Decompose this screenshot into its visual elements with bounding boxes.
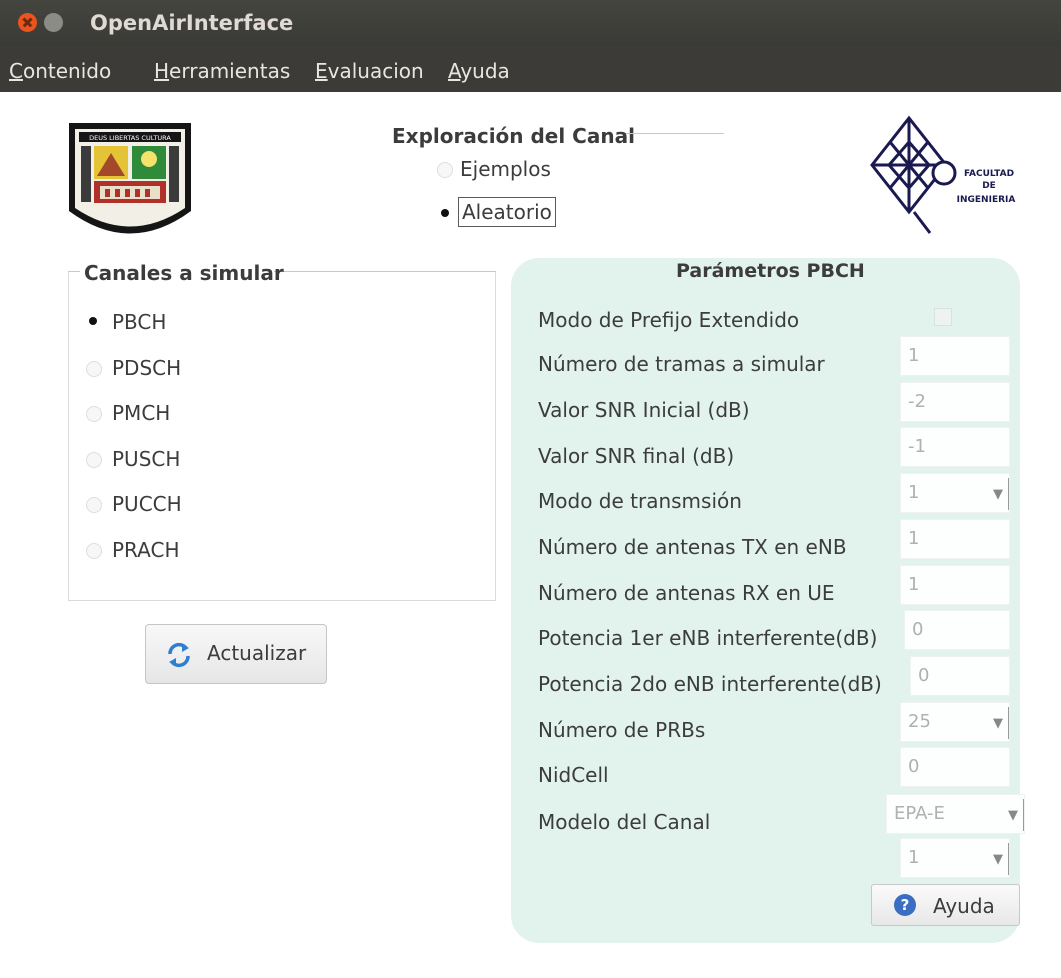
radio-pusch[interactable] — [86, 452, 102, 468]
menu-contenido[interactable]: Contenido — [9, 59, 111, 83]
menu-bar: Contenido Herramientas Evaluacion Ayuda — [0, 46, 1061, 92]
actualizar-label: Actualizar — [207, 641, 307, 665]
param-label-snr-inicial: Valor SNR Inicial (dB) — [538, 398, 750, 422]
parametros-title: Parámetros PBCH — [676, 260, 865, 282]
svg-text:DEUS LIBERTAS CULTURA: DEUS LIBERTAS CULTURA — [89, 134, 171, 142]
window-title: OpenAirInterface — [90, 11, 294, 35]
nidcell-input[interactable]: 0 — [900, 747, 1010, 787]
svg-text:FACULTAD: FACULTAD — [964, 169, 1014, 179]
menu-evaluacion[interactable]: Evaluacion — [315, 59, 424, 83]
group-frame-line — [626, 133, 724, 134]
antenas-tx-input[interactable]: 1 — [900, 519, 1010, 559]
help-icon: ? — [894, 894, 916, 916]
svg-text:INGENIERIA: INGENIERIA — [957, 195, 1016, 205]
param-label-potencia-1er: Potencia 1er eNB interferente(dB) — [538, 626, 878, 650]
chevron-down-icon: ▼ — [1008, 808, 1018, 823]
radio-pucch[interactable] — [86, 497, 102, 513]
radio-pdsch[interactable] — [86, 361, 102, 377]
ayuda-label: Ayuda — [933, 894, 995, 918]
modo-transmision-select[interactable]: 1 ▼ — [900, 473, 1010, 513]
menu-ayuda[interactable]: Ayuda — [448, 59, 510, 83]
param-label-modo-transmision: Modo de transmsión — [538, 489, 742, 513]
param-label-antenas-rx: Número de antenas RX en UE — [538, 581, 835, 605]
radio-aleatorio-label[interactable]: Aleatorio — [458, 197, 556, 227]
radio-aleatorio[interactable] — [441, 209, 449, 217]
param-label-tramas: Número de tramas a simular — [538, 352, 825, 376]
minimize-window-icon[interactable] — [44, 13, 63, 32]
radio-ejemplos[interactable] — [437, 162, 453, 178]
potencia-2do-input[interactable]: 0 — [910, 656, 1010, 696]
canales-title: Canales a simular — [84, 261, 284, 285]
university-seal-logo: DEUS LIBERTAS CULTURA — [67, 121, 193, 244]
refresh-icon — [168, 642, 190, 668]
chevron-down-icon: ▼ — [993, 487, 1003, 502]
close-window-icon[interactable] — [18, 13, 37, 32]
ayuda-button[interactable]: ? Ayuda — [871, 884, 1020, 926]
snr-inicial-input[interactable]: -2 — [900, 382, 1010, 422]
modelo-canal-select[interactable]: EPA-E ▼ — [886, 794, 1025, 834]
param-label-prbs: Número de PRBs — [538, 718, 706, 742]
radio-pusch-label[interactable]: PUSCH — [112, 447, 180, 471]
snr-final-input[interactable]: -1 — [900, 427, 1010, 467]
param-label-snr-final: Valor SNR final (dB) — [538, 444, 735, 468]
param-label-nidcell: NidCell — [538, 763, 609, 787]
exploracion-title: Exploración del Canal — [392, 124, 635, 148]
radio-ejemplos-label[interactable]: Ejemplos — [460, 157, 551, 181]
tramas-input[interactable]: 1 — [900, 336, 1010, 376]
radio-pbch-label[interactable]: PBCH — [112, 310, 166, 334]
menu-herramientas[interactable]: Herramientas — [154, 59, 290, 83]
prefijo-checkbox[interactable] — [934, 308, 952, 326]
facultad-ingenieria-logo: FACULTAD DE INGENIERIA — [864, 115, 1030, 235]
chevron-down-icon: ▼ — [993, 852, 1003, 867]
param-label-modelo-canal: Modelo del Canal — [538, 810, 711, 834]
group-frame-line — [68, 271, 80, 272]
group-frame-line — [274, 271, 496, 272]
radio-prach[interactable] — [86, 543, 102, 559]
title-bar: OpenAirInterface — [0, 0, 1061, 46]
param-label-antenas-tx: Número de antenas TX en eNB — [538, 535, 847, 559]
param-label-potencia-2do: Potencia 2do eNB interferente(dB) — [538, 672, 882, 696]
actualizar-button[interactable]: Actualizar — [145, 624, 327, 684]
svg-text:DE: DE — [982, 181, 996, 191]
prefijo-label: Modo de Prefijo Extendido — [538, 308, 800, 332]
chevron-down-icon: ▼ — [993, 716, 1003, 731]
radio-prach-label[interactable]: PRACH — [112, 538, 179, 562]
radio-pbch[interactable] — [89, 317, 97, 325]
radio-pdsch-label[interactable]: PDSCH — [112, 356, 181, 380]
radio-pucch-label[interactable]: PUCCH — [112, 492, 182, 516]
potencia-1er-input[interactable]: 0 — [904, 610, 1010, 650]
antenas-rx-input[interactable]: 1 — [900, 565, 1010, 605]
radio-pmch-label[interactable]: PMCH — [112, 401, 170, 425]
extra-select[interactable]: 1 ▼ — [900, 838, 1010, 878]
radio-pmch[interactable] — [86, 406, 102, 422]
prbs-select[interactable]: 25 ▼ — [900, 702, 1010, 742]
